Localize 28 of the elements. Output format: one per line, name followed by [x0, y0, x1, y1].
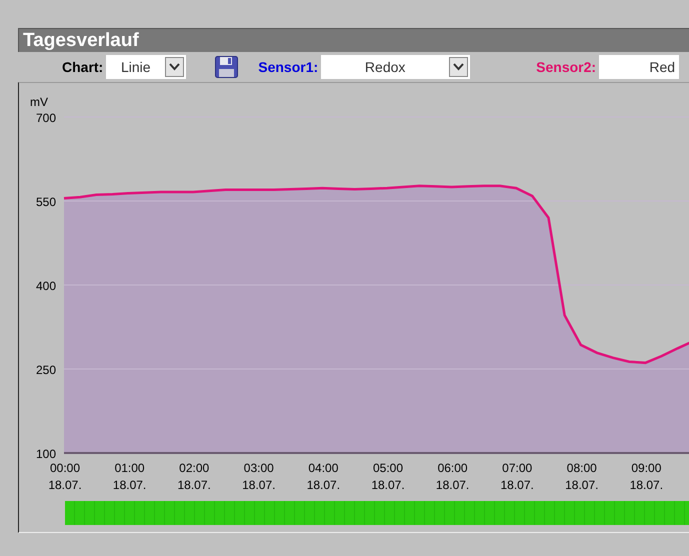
x-tick-label: 05:00 18.07. [371, 461, 405, 492]
sensor-select[interactable]: Red [599, 55, 680, 79]
sensor-select[interactable]: Redox [321, 55, 470, 79]
x-tick-label: 08:00 18.07. [565, 461, 598, 492]
x-tick-label: 02:00 18.07. [178, 461, 211, 492]
x-tick-label: 09:00 18.07. [630, 461, 664, 492]
chart-label: Chart: [62, 59, 104, 75]
y-tick-label: 250 [36, 363, 56, 377]
x-tick-label: 07:00 18.07. [500, 461, 534, 492]
sensor-label: Sensor2: [536, 59, 596, 75]
sensor-label: Sensor1: [258, 59, 318, 75]
y-tick-label: 400 [36, 279, 56, 293]
panel-title: Tagesverlauf [18, 28, 689, 52]
dropdown-button[interactable] [449, 57, 468, 77]
x-tick-label: 04:00 18.07. [306, 461, 340, 492]
x-tick-label: 01:00 18.07. [112, 461, 146, 492]
chevron-down-icon [169, 63, 180, 71]
axis-unit-label: mV [30, 95, 48, 109]
dropdown-button[interactable] [165, 57, 184, 77]
y-tick-label: 700 [36, 111, 56, 125]
chevron-down-icon [453, 63, 464, 71]
x-tick-label: 06:00 18.07. [436, 461, 470, 492]
y-tick-label: 550 [36, 195, 56, 209]
x-tick-label: 00:00 18.07. [48, 461, 82, 492]
x-tick-label: 03:00 18.07. [242, 461, 276, 492]
save-icon[interactable] [215, 56, 238, 78]
y-tick-label: 100 [36, 447, 56, 461]
chart-type-select[interactable]: Linie [106, 55, 186, 79]
